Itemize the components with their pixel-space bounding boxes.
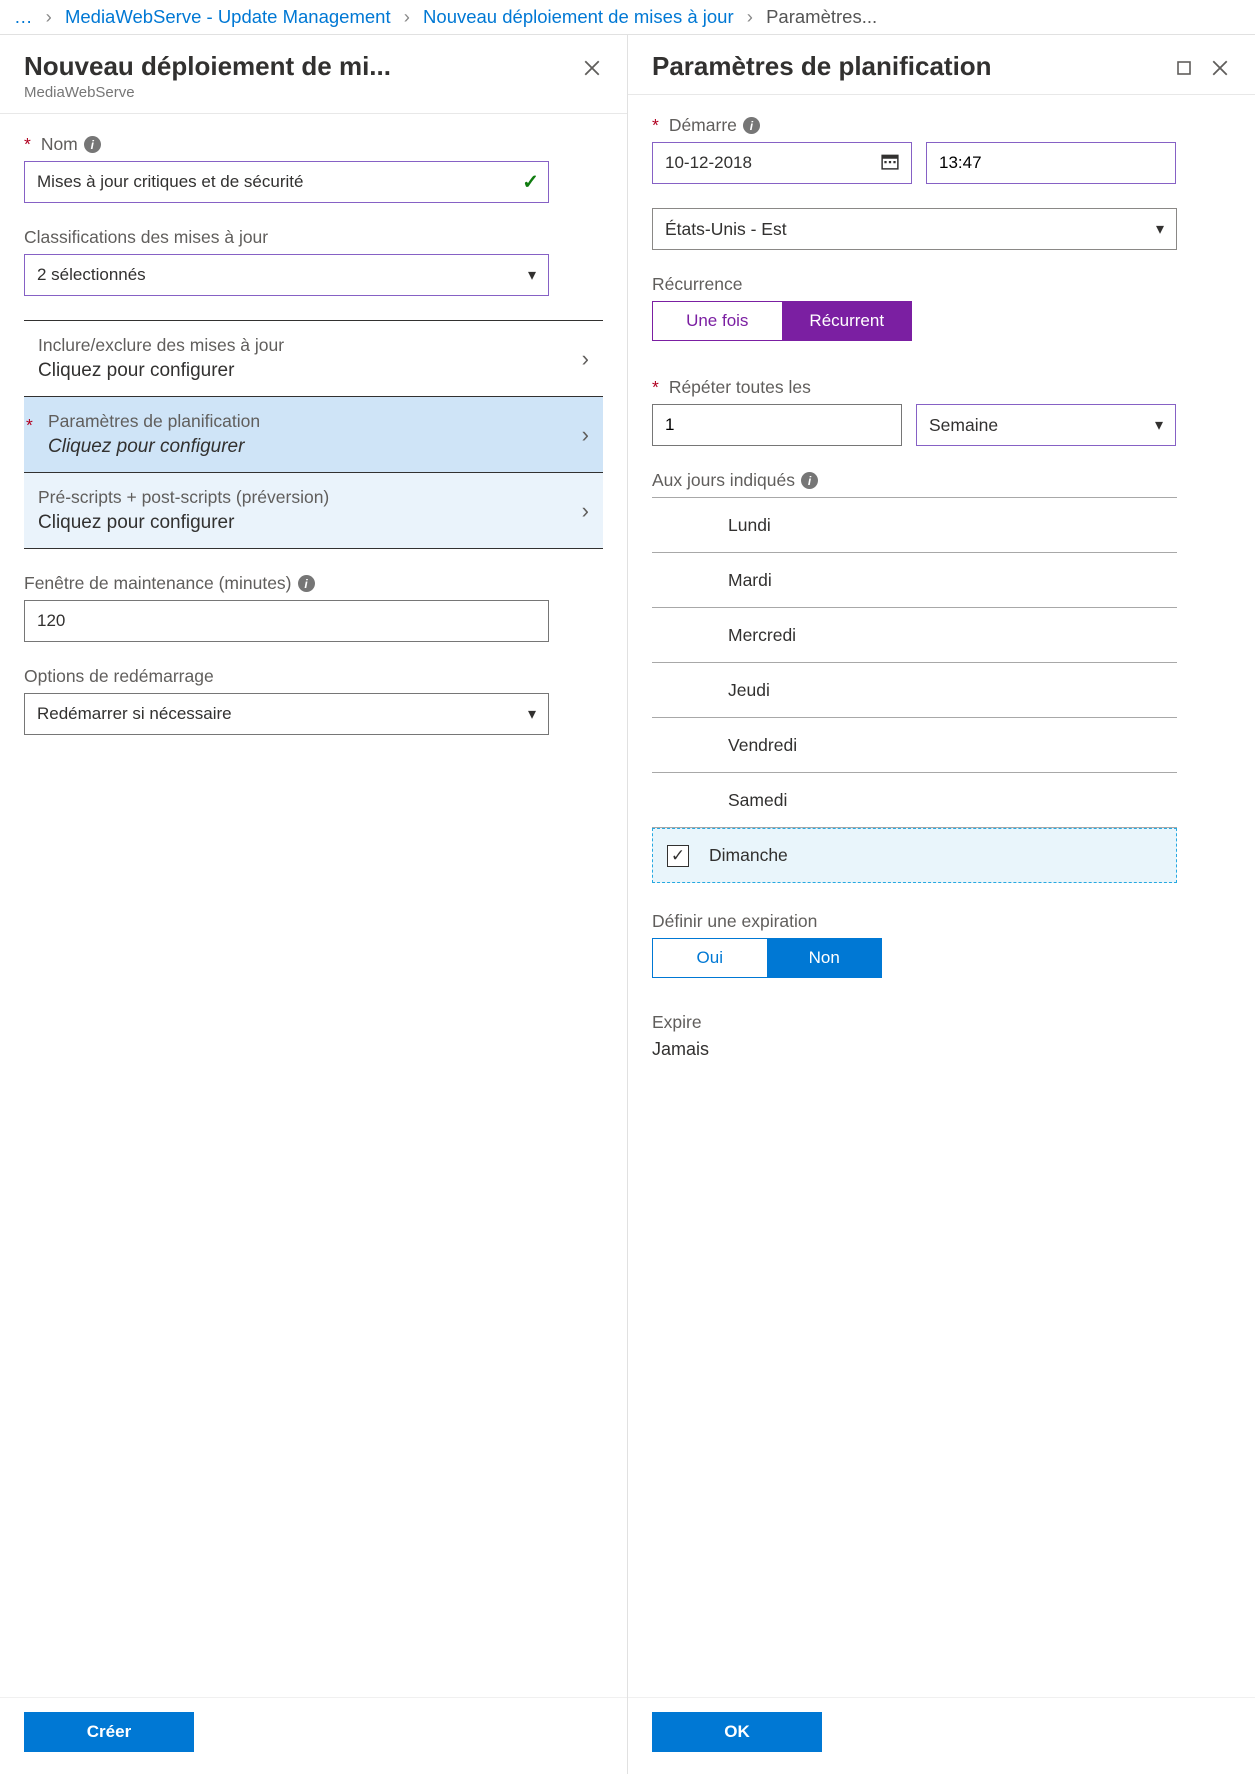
- maximize-icon[interactable]: [1173, 57, 1195, 79]
- info-icon[interactable]: i: [743, 117, 760, 134]
- day-row-lundi[interactable]: Lundi: [652, 498, 1177, 553]
- row-pre-post-scripts[interactable]: Pré-scripts + post-scripts (préversion) …: [24, 473, 603, 549]
- chevron-right-icon: ›: [46, 6, 52, 27]
- name-input[interactable]: [24, 161, 549, 203]
- expire-value: Jamais: [652, 1039, 1231, 1060]
- day-row-mercredi[interactable]: Mercredi: [652, 608, 1177, 663]
- breadcrumb: … › MediaWebServe - Update Management › …: [0, 0, 1255, 35]
- create-button[interactable]: Créer: [24, 1712, 194, 1752]
- calendar-icon: [881, 152, 899, 175]
- row-include-exclude[interactable]: Inclure/exclure des mises à jour Cliquez…: [24, 321, 603, 397]
- expiration-no-button[interactable]: Non: [767, 938, 883, 978]
- repeat-interval-input[interactable]: [652, 404, 902, 446]
- close-icon[interactable]: [1209, 57, 1231, 79]
- classifications-label: Classifications des mises à jour: [24, 227, 603, 248]
- maintenance-window-input[interactable]: [24, 600, 549, 642]
- checkmark-icon: ✓: [522, 170, 539, 195]
- day-row-dimanche[interactable]: ✓ Dimanche: [652, 828, 1177, 883]
- name-label: *Nom i: [24, 134, 603, 155]
- blade-title: Paramètres de planification: [652, 51, 1165, 82]
- chevron-right-icon: ›: [747, 6, 753, 27]
- breadcrumb-ellipsis[interactable]: …: [14, 6, 33, 27]
- classifications-select[interactable]: 2 sélectionnés ▾: [24, 254, 549, 296]
- recurrence-label: Récurrence: [652, 274, 1231, 295]
- maintenance-window-label: Fenêtre de maintenance (minutes) i: [24, 573, 603, 594]
- day-label: Samedi: [728, 790, 787, 811]
- start-time-input[interactable]: [926, 142, 1176, 184]
- blade-title: Nouveau déploiement de mi...: [24, 51, 573, 82]
- info-icon[interactable]: i: [298, 575, 315, 592]
- day-label: Dimanche: [709, 845, 788, 866]
- chevron-right-icon: ›: [582, 422, 589, 448]
- repeat-unit-select[interactable]: Semaine ▾: [916, 404, 1176, 446]
- expiration-label: Définir une expiration: [652, 911, 1231, 932]
- blade-new-deployment: Nouveau déploiement de mi... MediaWebSer…: [0, 35, 628, 1774]
- expiration-yes-button[interactable]: Oui: [652, 938, 767, 978]
- day-label: Jeudi: [728, 680, 770, 701]
- recurrence-recurrent-button[interactable]: Récurrent: [782, 301, 913, 341]
- day-label: Mardi: [728, 570, 772, 591]
- reboot-options-select[interactable]: Redémarrer si nécessaire ▾: [24, 693, 549, 735]
- day-row-jeudi[interactable]: Jeudi: [652, 663, 1177, 718]
- blade-subtitle: MediaWebServe: [24, 84, 573, 101]
- chevron-right-icon: ›: [582, 498, 589, 524]
- breadcrumb-schedule-settings: Paramètres...: [766, 6, 877, 27]
- days-label: Aux jours indiqués i: [652, 470, 1231, 491]
- day-row-mardi[interactable]: Mardi: [652, 553, 1177, 608]
- day-row-samedi[interactable]: Samedi: [652, 773, 1177, 828]
- chevron-down-icon: ▾: [1155, 415, 1163, 435]
- chevron-right-icon: ›: [404, 6, 410, 27]
- day-row-vendredi[interactable]: Vendredi: [652, 718, 1177, 773]
- checkbox[interactable]: ✓: [667, 845, 689, 867]
- close-icon[interactable]: [581, 57, 603, 79]
- ok-button[interactable]: OK: [652, 1712, 822, 1752]
- required-asterisk: *: [26, 415, 33, 436]
- info-icon[interactable]: i: [801, 472, 818, 489]
- recurrence-once-button[interactable]: Une fois: [652, 301, 782, 341]
- blade-header: Nouveau déploiement de mi... MediaWebSer…: [0, 35, 627, 114]
- chevron-down-icon: ▾: [528, 265, 536, 285]
- blade-header: Paramètres de planification: [628, 35, 1255, 95]
- day-label: Mercredi: [728, 625, 796, 646]
- breadcrumb-new-deployment[interactable]: Nouveau déploiement de mises à jour: [423, 6, 734, 27]
- info-icon[interactable]: i: [84, 136, 101, 153]
- blade-schedule-settings: Paramètres de planification *Démarre i: [628, 35, 1255, 1774]
- day-label: Lundi: [728, 515, 771, 536]
- day-label: Vendredi: [728, 735, 797, 756]
- repeat-label: *Répéter toutes les: [652, 377, 1231, 398]
- days-list: Lundi Mardi Mercredi Jeudi Vendredi Samedi ✓ Di…: [652, 497, 1177, 883]
- row-schedule-settings[interactable]: * Paramètres de planification Cliquez po…: [24, 397, 603, 473]
- reboot-options-label: Options de redémarrage: [24, 666, 603, 687]
- expire-label: Expire: [652, 1012, 1231, 1033]
- chevron-right-icon: ›: [582, 346, 589, 372]
- timezone-select[interactable]: États-Unis - Est ▾: [652, 208, 1177, 250]
- chevron-down-icon: ▾: [1156, 219, 1164, 239]
- chevron-down-icon: ▾: [528, 704, 536, 724]
- breadcrumb-update-management[interactable]: MediaWebServe - Update Management: [65, 6, 391, 27]
- start-label: *Démarre i: [652, 115, 1231, 136]
- start-date-input[interactable]: 10-12-2018: [652, 142, 912, 184]
